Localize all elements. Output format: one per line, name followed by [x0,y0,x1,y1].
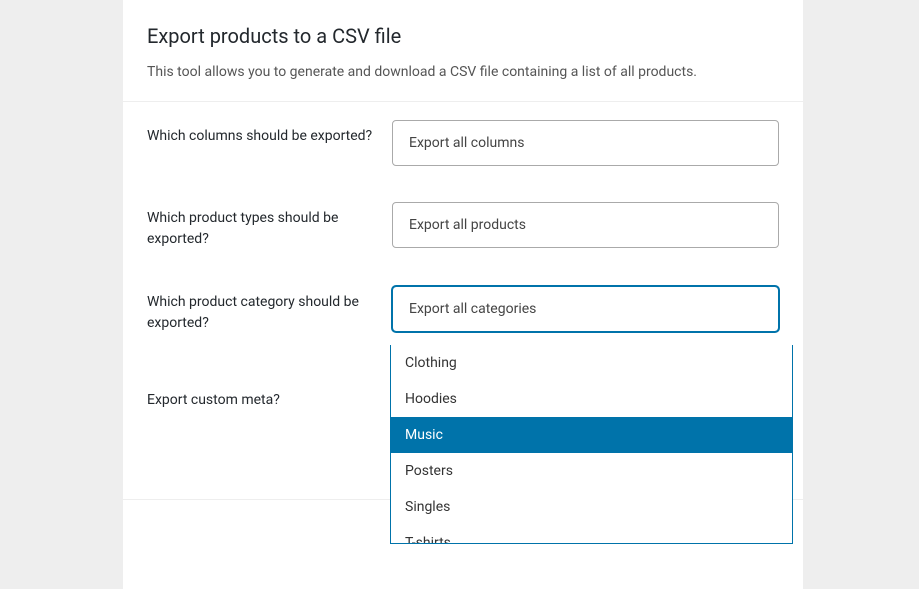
select-columns[interactable]: Export all columns [392,120,779,166]
label-category: Which product category should be exporte… [147,286,392,334]
category-dropdown-list[interactable]: ClothingHoodiesMusicPostersSinglesT-shir… [391,345,792,543]
label-types: Which product types should be exported? [147,202,392,250]
export-card: Export products to a CSV file This tool … [123,0,803,589]
row-types: Which product types should be exported? … [123,184,803,268]
row-category: Which product category should be exporte… [123,268,803,340]
row-columns: Which columns should be exported? Export… [123,102,803,184]
category-option[interactable]: Posters [391,453,792,489]
page-description: This tool allows you to generate and dow… [147,62,779,83]
category-option[interactable]: T-shirts [391,525,792,543]
label-custom-meta: Export custom meta? [147,384,392,411]
page-title: Export products to a CSV file [147,24,779,48]
select-types[interactable]: Export all products [392,202,779,248]
select-category[interactable]: Export all categories [392,286,779,332]
category-option[interactable]: Hoodies [391,381,792,417]
category-option[interactable]: Clothing [391,345,792,381]
category-dropdown: ClothingHoodiesMusicPostersSinglesT-shir… [390,345,793,544]
category-option[interactable]: Music [391,417,792,453]
category-option[interactable]: Singles [391,489,792,525]
card-header: Export products to a CSV file This tool … [123,0,803,102]
label-columns: Which columns should be exported? [147,120,392,147]
